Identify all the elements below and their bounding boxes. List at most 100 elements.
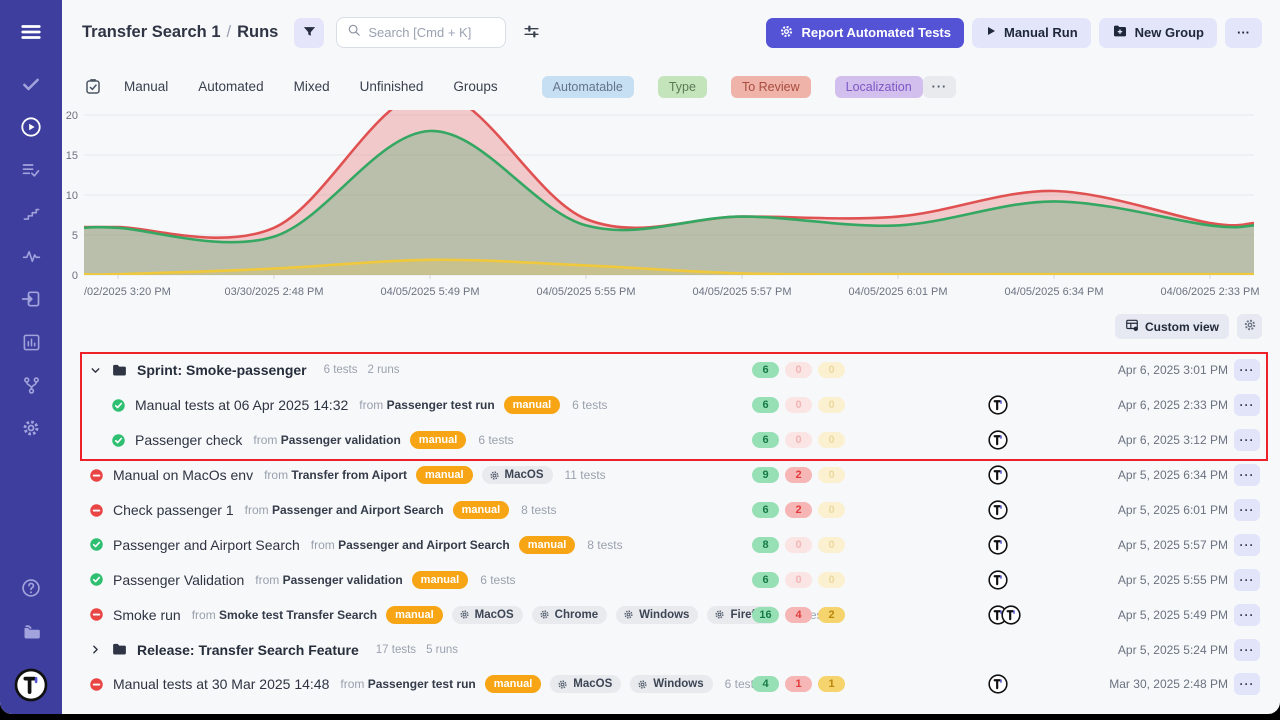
tab-manual[interactable]: Manual [124,79,168,94]
run-row[interactable]: Manual tests at 30 Mar 2025 14:48from Pa… [62,667,1280,702]
report-automated-tests-button[interactable]: Report Automated Tests [766,18,964,48]
tab-automated[interactable]: Automated [198,79,263,94]
run-title[interactable]: Check passenger 1 [113,502,234,518]
search-settings-button[interactable] [516,18,546,48]
sidebar-item-plans-icon[interactable] [17,156,45,184]
sidebar-item-cases-icon[interactable] [17,70,45,98]
breadcrumb-project[interactable]: Transfer Search 1 [82,23,221,41]
breadcrumb-separator: / [221,23,238,41]
env-gear-icon [459,609,470,620]
environment-chip-macos: MacOS [482,466,553,484]
sidebar-item-milestones-icon[interactable] [17,199,45,227]
sidebar-item-integrations-icon[interactable] [17,371,45,399]
breadcrumb: Transfer Search 1/Runs [82,23,278,42]
run-row[interactable]: Manual tests at 06 Apr 2025 14:32from Pa… [62,388,1280,423]
skipped-count-pill: 0 [818,467,845,483]
run-row[interactable]: Check passenger 1from Passenger and Airp… [62,493,1280,528]
avatar [988,430,1008,450]
manual-run-button[interactable]: Manual Run [972,18,1091,48]
row-more-button[interactable]: ··· [1234,534,1260,556]
help-icon[interactable] [17,574,45,602]
run-row[interactable]: Passenger Validationfrom Passenger valid… [62,562,1280,597]
passed-count-pill: 6 [752,572,779,588]
menu-icon[interactable] [17,18,45,46]
sidebar-item-runs-icon[interactable] [17,113,45,141]
failed-count-pill: 0 [785,432,812,448]
row-more-button[interactable]: ··· [1234,359,1260,381]
filter-chip-to-review[interactable]: To Review [731,76,811,98]
row-more-button[interactable]: ··· [1234,394,1260,416]
tab-mixed[interactable]: Mixed [294,79,330,94]
play-icon [985,25,997,40]
search-box[interactable] [336,17,506,48]
run-row[interactable]: Manual on MacOs envfrom Transfer from Ai… [62,458,1280,493]
row-more-button[interactable]: ··· [1234,429,1260,451]
custom-view-button[interactable]: Custom view [1115,314,1229,339]
run-title[interactable]: Smoke run [113,607,181,623]
run-title[interactable]: Manual on MacOs env [113,467,253,483]
filter-button[interactable] [294,18,324,48]
projects-icon[interactable] [17,617,45,645]
chevron-down-icon[interactable] [88,364,102,377]
run-title[interactable]: Passenger and Airport Search [113,537,300,553]
run-date: Apr 5, 2025 5:49 PM [1118,608,1228,622]
run-row[interactable]: Smoke runfrom Smoke test Transfer Search… [62,597,1280,632]
run-title[interactable]: Manual tests at 06 Apr 2025 14:32 [135,397,348,413]
skipped-count-pill: 0 [818,572,845,588]
row-more-button[interactable]: ··· [1234,464,1260,486]
tests-count: 6 tests [572,398,607,412]
search-input[interactable] [368,25,483,40]
run-title[interactable]: Manual tests at 30 Mar 2025 14:48 [113,676,329,692]
sidebar-item-activity-icon[interactable] [17,242,45,270]
environment-chip-windows: Windows [630,675,712,693]
tab-groups[interactable]: Groups [453,79,497,94]
folder-icon [111,641,128,658]
new-group-button[interactable]: New Group [1099,18,1217,48]
sidebar-item-settings-icon[interactable] [17,414,45,442]
run-row[interactable]: Passenger and Airport Searchfrom Passeng… [62,527,1280,562]
row-more-button[interactable]: ··· [1234,673,1260,695]
skipped-count-pill: 1 [818,676,845,692]
status-passed-icon [89,537,104,552]
manual-tag: manual [485,675,542,693]
svg-text:04/05/2025 6:01 PM: 04/05/2025 6:01 PM [848,286,947,298]
group-meta: 17 tests5 runs [376,644,458,656]
group-row[interactable]: Sprint: Smoke-passenger6 tests2 runs600A… [62,353,1280,388]
run-title[interactable]: Passenger Validation [113,572,244,588]
row-more-button[interactable]: ··· [1234,499,1260,521]
environment-chip-macos: MacOS [550,675,621,693]
skipped-count-pill: 0 [818,502,845,518]
group-row[interactable]: Release: Transfer Search Feature17 tests… [62,632,1280,667]
filter-chip-type[interactable]: Type [658,76,707,98]
tab-unfinished[interactable]: Unfinished [360,79,424,94]
skipped-count-pill: 2 [818,607,845,623]
tests-count: 6 tests [478,433,513,447]
svg-text:10: 10 [66,190,78,202]
run-date: Apr 5, 2025 6:01 PM [1118,503,1228,517]
filter-chip-automatable[interactable]: Automatable [542,76,634,98]
skipped-count-pill: 0 [818,397,845,413]
sidebar-item-import-icon[interactable] [17,285,45,313]
row-more-button[interactable]: ··· [1234,604,1260,626]
env-gear-icon [557,679,568,690]
run-title[interactable]: Passenger check [135,432,242,448]
header-more-button[interactable]: ··· [1225,18,1262,48]
row-more-button[interactable]: ··· [1234,569,1260,591]
passed-count-pill: 4 [752,676,779,692]
run-date: Apr 5, 2025 5:24 PM [1118,643,1228,657]
passed-count-pill: 8 [752,537,779,553]
sidebar-item-analytics-icon[interactable] [17,328,45,356]
run-row[interactable]: Passenger checkfrom Passenger validation… [62,423,1280,458]
chips-more-button[interactable]: ··· [923,76,957,98]
select-all-icon[interactable] [84,78,102,96]
svg-text:/02/2025 3:20 PM: /02/2025 3:20 PM [84,286,171,298]
svg-text:04/05/2025 5:57 PM: 04/05/2025 5:57 PM [692,286,791,298]
view-settings-button[interactable] [1237,314,1262,339]
row-more-button[interactable]: ··· [1234,639,1260,661]
chevron-right-icon[interactable] [88,643,102,656]
user-avatar[interactable] [14,668,48,702]
result-counts: 620 [752,502,845,518]
filter-chip-localization[interactable]: Localization [835,76,923,98]
tabs-row: Manual Automated Mixed Unfinished Groups Aut… [62,65,1280,108]
tests-count: 11 tests [565,468,606,482]
